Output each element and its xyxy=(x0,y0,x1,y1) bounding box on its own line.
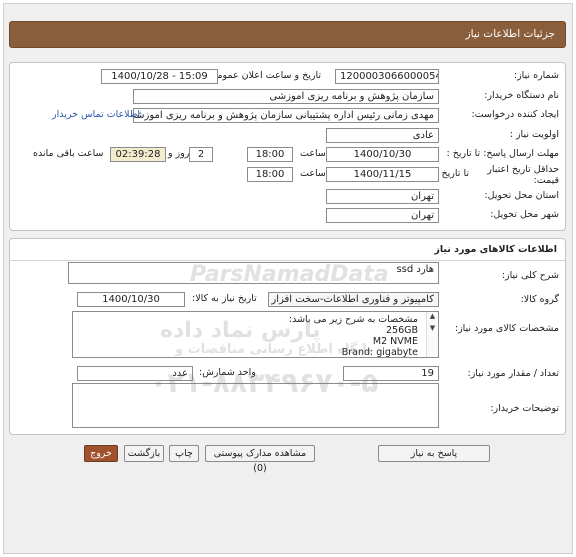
specs-scrollbar[interactable]: ▲ ▼ xyxy=(426,312,438,357)
specs-line: مشخصات به شرح زیر می باشد: xyxy=(288,314,418,325)
need-date-field: 1400/10/30 xyxy=(77,292,185,307)
need-number-label: شماره نیاز: xyxy=(513,70,559,81)
specs-label: مشخصات کالای مورد نیاز: xyxy=(454,323,559,334)
delivery-province-label: استان محل تحویل: xyxy=(484,190,559,201)
buyer-notes-label: توضیحات خریدار: xyxy=(490,403,559,414)
requester-label: ایجاد کننده درخواست: xyxy=(471,109,559,120)
validity-to-date-label: تا تاریخ : xyxy=(435,168,469,179)
buyer-contact-link[interactable]: اطلاعات تماس خریدار xyxy=(52,109,140,120)
specs-text: مشخصات به شرح زیر می باشد: 256GB M2 NVME… xyxy=(289,314,418,358)
announce-datetime-label: تاریخ و ساعت اعلان عمومی: xyxy=(206,70,321,81)
goods-group-label: گروه کالا: xyxy=(520,294,559,305)
validity-date-field: 1400/11/15 xyxy=(326,167,439,182)
price-validity-label: حداقل تاریخ اعتبار قیمت: xyxy=(487,164,559,186)
section-divider xyxy=(10,260,565,261)
send-deadline-time-label: ساعت xyxy=(300,148,326,159)
specs-line: M2 NVME xyxy=(372,336,418,347)
goods-panel: اطلاعات کالاهای مورد نیاز شرح کلی نیاز: … xyxy=(9,238,566,435)
page-title: جزئیات اطلاعات نیاز xyxy=(9,21,566,48)
buyer-notes-textarea[interactable] xyxy=(72,383,439,428)
delivery-city-label: شهر محل تحویل: xyxy=(490,209,559,220)
goods-section-title: اطلاعات کالاهای مورد نیاز xyxy=(434,244,557,255)
specs-line: 256GB xyxy=(385,325,418,336)
validity-time-label: ساعت xyxy=(300,168,326,179)
attachments-button[interactable]: مشاهده مدارک پیوستی (0) xyxy=(205,445,315,474)
quantity-label: تعداد / مقدار مورد نیاز: xyxy=(467,368,559,379)
buyer-org-label: نام دستگاه خریدار: xyxy=(484,90,559,101)
goods-group-field: کامپیوتر و فناوری اطلاعات-سخت افزار xyxy=(268,292,439,307)
priority-label: اولویت نیاز : xyxy=(509,129,559,140)
announce-datetime-field: 1400/10/28 - 15:09 xyxy=(101,69,218,84)
scroll-up-icon[interactable]: ▲ xyxy=(427,312,438,320)
remaining-time-label: ساعت باقی مانده xyxy=(33,148,104,159)
requester-field: مهدی زمانی رئیس اداره پشتیبانی سازمان پژ… xyxy=(133,108,439,123)
need-date-label: تاریخ نیاز به کالا: xyxy=(192,293,257,304)
summary-field: هارد ssd xyxy=(68,262,439,284)
need-number-field: 1200003066000054 xyxy=(335,69,439,84)
exit-button[interactable]: خروج xyxy=(84,445,118,462)
quantity-field: 19 xyxy=(343,366,439,381)
days-remaining-field: 2 xyxy=(189,147,213,162)
specs-textarea[interactable]: مشخصات به شرح زیر می باشد: 256GB M2 NVME… xyxy=(72,311,439,358)
validity-time-field: 18:00 xyxy=(247,167,293,182)
back-button[interactable]: بازگشت xyxy=(124,445,164,462)
reply-button[interactable]: پاسخ به نیاز xyxy=(378,445,490,462)
days-label: روز و xyxy=(168,148,190,159)
unit-field: عدد xyxy=(77,366,193,381)
send-deadline-time-field: 18:00 xyxy=(247,147,293,162)
delivery-city-field: تهران xyxy=(326,208,439,223)
remaining-time-field: 02:39:28 xyxy=(110,147,166,162)
summary-label: شرح کلی نیاز: xyxy=(501,270,559,281)
print-button[interactable]: چاپ xyxy=(169,445,199,462)
buyer-org-field: سازمان پژوهش و برنامه ریزی اموزشی xyxy=(133,89,439,104)
send-deadline-label: مهلت ارسال پاسخ: تا تاریخ : xyxy=(446,148,560,159)
specs-line: Brand: gigabyte xyxy=(341,347,418,358)
unit-label: واحد شمارش: xyxy=(199,367,256,378)
priority-field: عادی xyxy=(326,128,439,143)
send-deadline-date-field: 1400/10/30 xyxy=(326,147,439,162)
delivery-province-field: تهران xyxy=(326,189,439,204)
scroll-down-icon[interactable]: ▼ xyxy=(427,324,438,332)
need-details-panel: شماره نیاز: 1200003066000054 تاریخ و ساع… xyxy=(9,62,566,231)
